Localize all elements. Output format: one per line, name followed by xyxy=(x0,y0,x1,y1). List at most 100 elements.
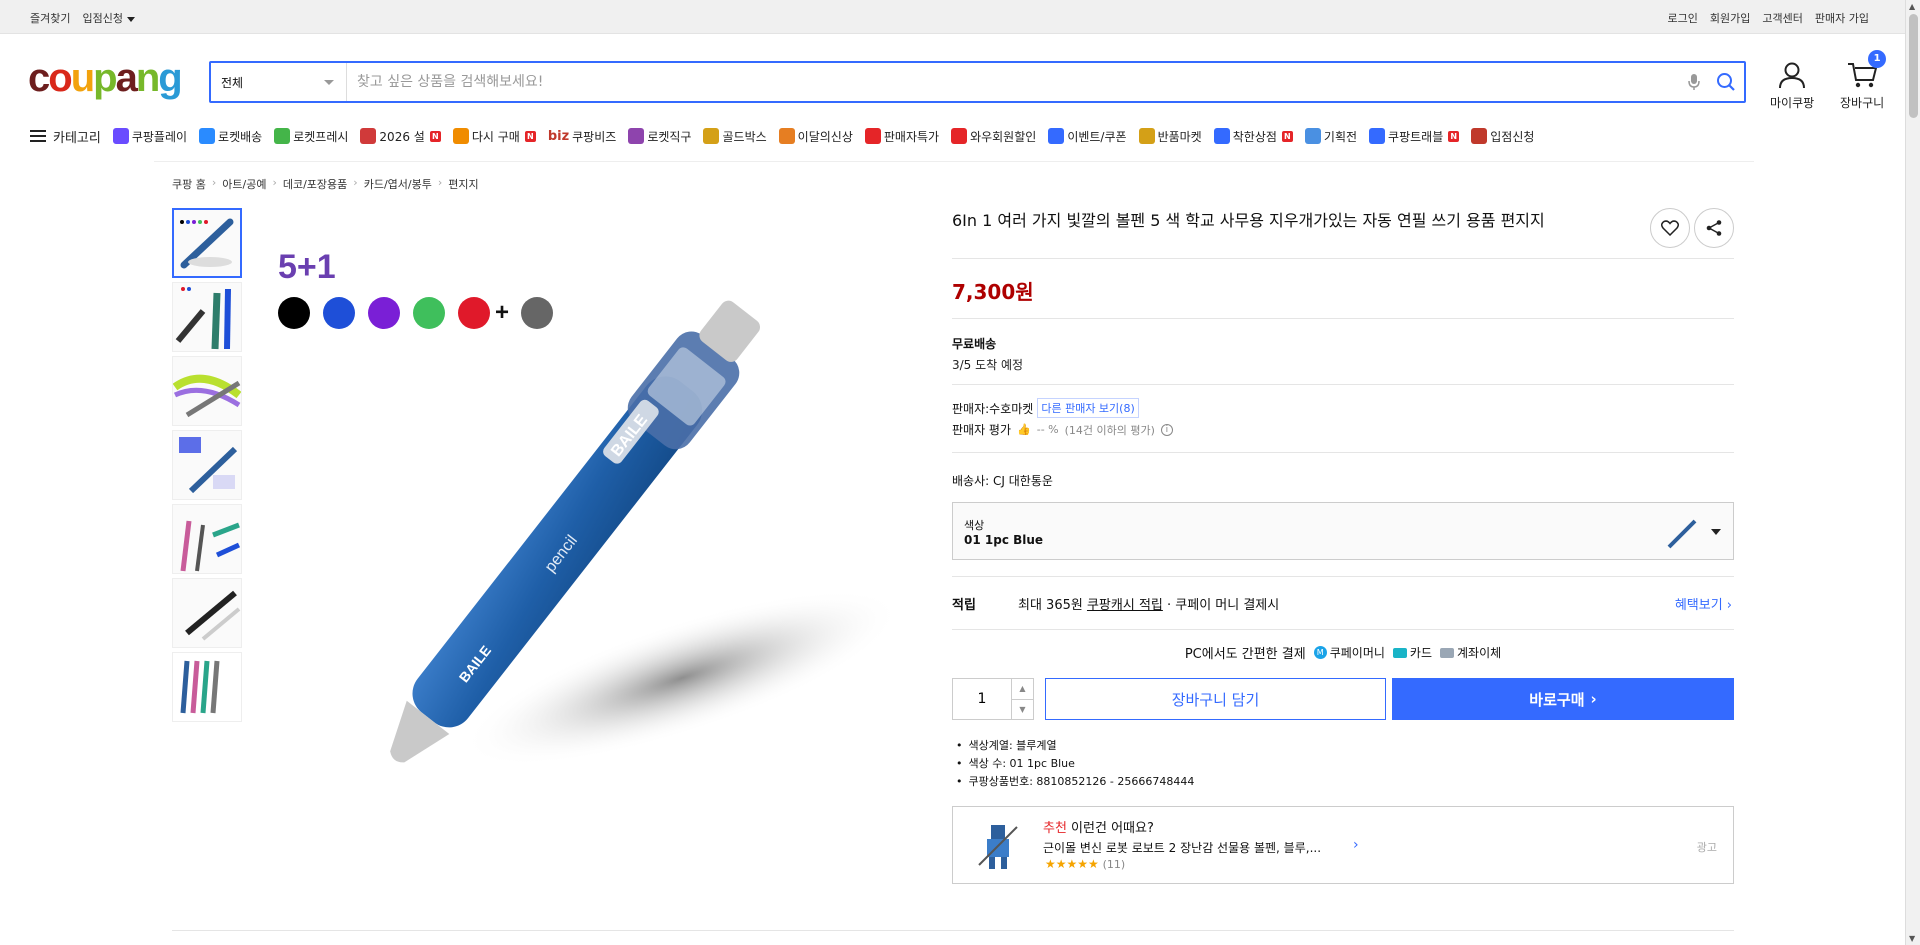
reward-cash-link[interactable]: 쿠팡캐시 적립 xyxy=(1087,594,1163,613)
nav-item[interactable]: 입점신청 xyxy=(1471,128,1534,145)
add-to-cart-button[interactable]: 장바구니 담기 xyxy=(1045,678,1386,720)
option-value: 01 1pc Blue xyxy=(964,533,1044,547)
breadcrumb-item[interactable]: 데코/포장용품 xyxy=(283,176,347,192)
thumbnail-7[interactable] xyxy=(172,652,242,722)
nav-item[interactable]: 로켓배송 xyxy=(199,128,262,145)
category-menu-button[interactable]: 카테고리 xyxy=(30,127,101,146)
breadcrumb-item[interactable]: 아트/공예 xyxy=(222,176,266,192)
nav-item[interactable]: 2026 설 N xyxy=(360,128,441,145)
reward-row: 적립 최대 365원 쿠팡캐시 적립 · 쿠페이 머니 결제시 혜택보기 › xyxy=(952,594,1734,613)
carrier-row: 배송사: CJ 대한통운 xyxy=(952,472,1053,489)
nav-item-icon xyxy=(1304,128,1321,144)
nav-item-label: 다시 구매 xyxy=(471,129,520,144)
main-product-image[interactable]: 5+1 + BAILE pencil BAILE xyxy=(262,208,902,848)
nav-item-icon xyxy=(1471,128,1488,144)
scroll-down-icon[interactable]: ▼ xyxy=(1909,934,1915,943)
nav-item[interactable]: 쿠팡트래블 N xyxy=(1369,128,1460,145)
my-coupang-button[interactable]: 마이쿠팡 xyxy=(1770,60,1814,111)
breadcrumb-item[interactable]: 편지지 xyxy=(448,176,478,192)
nav-item[interactable]: 반품마켓 xyxy=(1138,128,1202,145)
nav-item[interactable]: 이달의신상 xyxy=(778,128,853,145)
pay-method: 쿠페이머니 xyxy=(1329,646,1385,660)
quantity-up-icon[interactable]: ▲ xyxy=(1012,679,1033,700)
nav-item[interactable]: 기획전 xyxy=(1304,128,1357,145)
quantity-input[interactable] xyxy=(953,679,1011,719)
coupang-logo[interactable]: coupang xyxy=(28,58,183,98)
search-icon[interactable] xyxy=(1708,72,1744,92)
scrollbar-thumb[interactable] xyxy=(1909,14,1918,118)
reco-product-name[interactable]: 근이몰 변신 로봇 로보트 2 장난감 선물용 볼펜, 블루,... xyxy=(1043,839,1321,856)
pay-title: PC에서도 간편한 결제 xyxy=(1184,647,1306,662)
info-icon[interactable]: i xyxy=(1160,423,1173,436)
nav-item[interactable]: 다시 구매 N xyxy=(452,128,536,145)
recommendation-card[interactable]: 추천 이런건 어때요? 근이몰 변신 로봇 로보트 2 장난감 선물용 볼펜, … xyxy=(952,806,1734,884)
thumbnail-6[interactable] xyxy=(172,578,242,648)
nav-item[interactable]: 로켓프레시 xyxy=(274,128,348,145)
share-button[interactable] xyxy=(1694,208,1734,248)
thumbnail-5[interactable] xyxy=(172,504,242,574)
login-link[interactable]: 로그인 xyxy=(1668,10,1698,26)
quantity-down-icon[interactable]: ▼ xyxy=(1012,700,1033,720)
bank-icon xyxy=(1440,647,1454,658)
seller-name[interactable]: 수호마켓 xyxy=(989,402,1033,416)
seller-signup-link[interactable]: 판매자 가입 xyxy=(1815,10,1869,26)
benefits-link[interactable]: 혜택보기 › xyxy=(1675,594,1732,613)
signup-link[interactable]: 회원가입 xyxy=(1710,10,1750,26)
nav-item-icon xyxy=(1369,128,1386,144)
share-icon xyxy=(1706,220,1722,236)
thumbnail-3[interactable] xyxy=(172,356,242,426)
nav-item[interactable]: 판매자특가 xyxy=(864,128,939,145)
product-attributes: 색상계열: 블루계열 색상 수: 01 1pc Blue 쿠팡상품번호: 881… xyxy=(956,737,1195,791)
nav-item[interactable]: biz 쿠팡비즈 xyxy=(548,128,617,145)
thumbnail-1[interactable] xyxy=(172,208,242,278)
color-swatch xyxy=(413,297,445,329)
new-badge: N xyxy=(524,130,536,142)
scroll-up-icon[interactable]: ▲ xyxy=(1909,2,1915,11)
new-badge: N xyxy=(429,130,441,142)
biz-logo-icon: biz xyxy=(547,128,570,144)
easy-pay-row: PC에서도 간편한 결제 M 쿠페이머니 카드 계좌이체 xyxy=(952,643,1734,662)
customer-center-link[interactable]: 고객센터 xyxy=(1762,10,1802,26)
chevron-right-icon[interactable]: › xyxy=(1353,837,1359,853)
mic-icon[interactable] xyxy=(1680,73,1708,91)
search-category-select[interactable]: 전체 xyxy=(211,63,347,101)
nav-item[interactable]: 골드박스 xyxy=(703,128,767,145)
reward-condition: · 쿠페이 머니 결제시 xyxy=(1167,598,1280,613)
breadcrumb-item[interactable]: 카드/엽서/봉투 xyxy=(364,176,432,192)
my-coupang-label: 마이쿠팡 xyxy=(1770,96,1815,110)
nav-item-label: 입점신청 xyxy=(1490,129,1535,144)
rating-label: 판매자 평가 xyxy=(952,423,1012,437)
wishlist-button[interactable] xyxy=(1650,208,1690,248)
breadcrumb: 쿠팡 홈 › 아트/공예 › 데코/포장용품 › 카드/엽서/봉투 › 편지지 xyxy=(172,176,479,192)
nav-item-icon xyxy=(274,128,291,144)
nav-item[interactable]: 이벤트/쿠폰 xyxy=(1048,128,1127,145)
hamburger-icon xyxy=(30,130,46,142)
benefits-link-label: 혜택보기 xyxy=(1674,598,1723,613)
ad-label: 광고 xyxy=(1696,841,1717,854)
attribute-item: 색상계열: 블루계열 xyxy=(956,737,1194,755)
user-icon xyxy=(1779,62,1806,89)
nav-item[interactable]: 로켓직구 xyxy=(628,128,691,145)
cart-button[interactable]: 1 장바구니 xyxy=(1840,50,1887,111)
new-badge: N xyxy=(1281,130,1293,142)
vendor-apply-dropdown[interactable]: 입점신청 xyxy=(82,10,134,26)
color-option-select[interactable]: 색상 01 1pc Blue xyxy=(952,502,1734,560)
page-scrollbar[interactable]: ▲ ▼ xyxy=(1905,0,1920,945)
other-sellers-link[interactable]: 다른 판매자 보기(8) xyxy=(1037,398,1139,418)
search-input[interactable] xyxy=(347,63,1680,101)
rating-note: (14건 이하의 평가) xyxy=(1064,423,1155,437)
carrier-name: CJ 대한통운 xyxy=(993,474,1053,488)
coupay-icon: M xyxy=(1313,646,1327,659)
option-label: 색상 xyxy=(964,519,985,532)
buy-now-button[interactable]: 바로구매 › xyxy=(1392,678,1734,720)
divider xyxy=(952,576,1734,577)
nav-item[interactable]: 와우회원할인 xyxy=(951,128,1036,145)
nav-item[interactable]: 쿠팡플레이 xyxy=(112,128,187,145)
nav-item[interactable]: 착한상점 N xyxy=(1213,128,1293,145)
thumbnail-2[interactable] xyxy=(172,282,242,352)
breadcrumb-item[interactable]: 쿠팡 홈 xyxy=(172,176,206,192)
chevron-down-icon xyxy=(324,79,334,85)
thumbnail-4[interactable] xyxy=(172,430,242,500)
section-divider xyxy=(172,930,1734,931)
favorites-link[interactable]: 즐겨찾기 xyxy=(30,10,70,26)
